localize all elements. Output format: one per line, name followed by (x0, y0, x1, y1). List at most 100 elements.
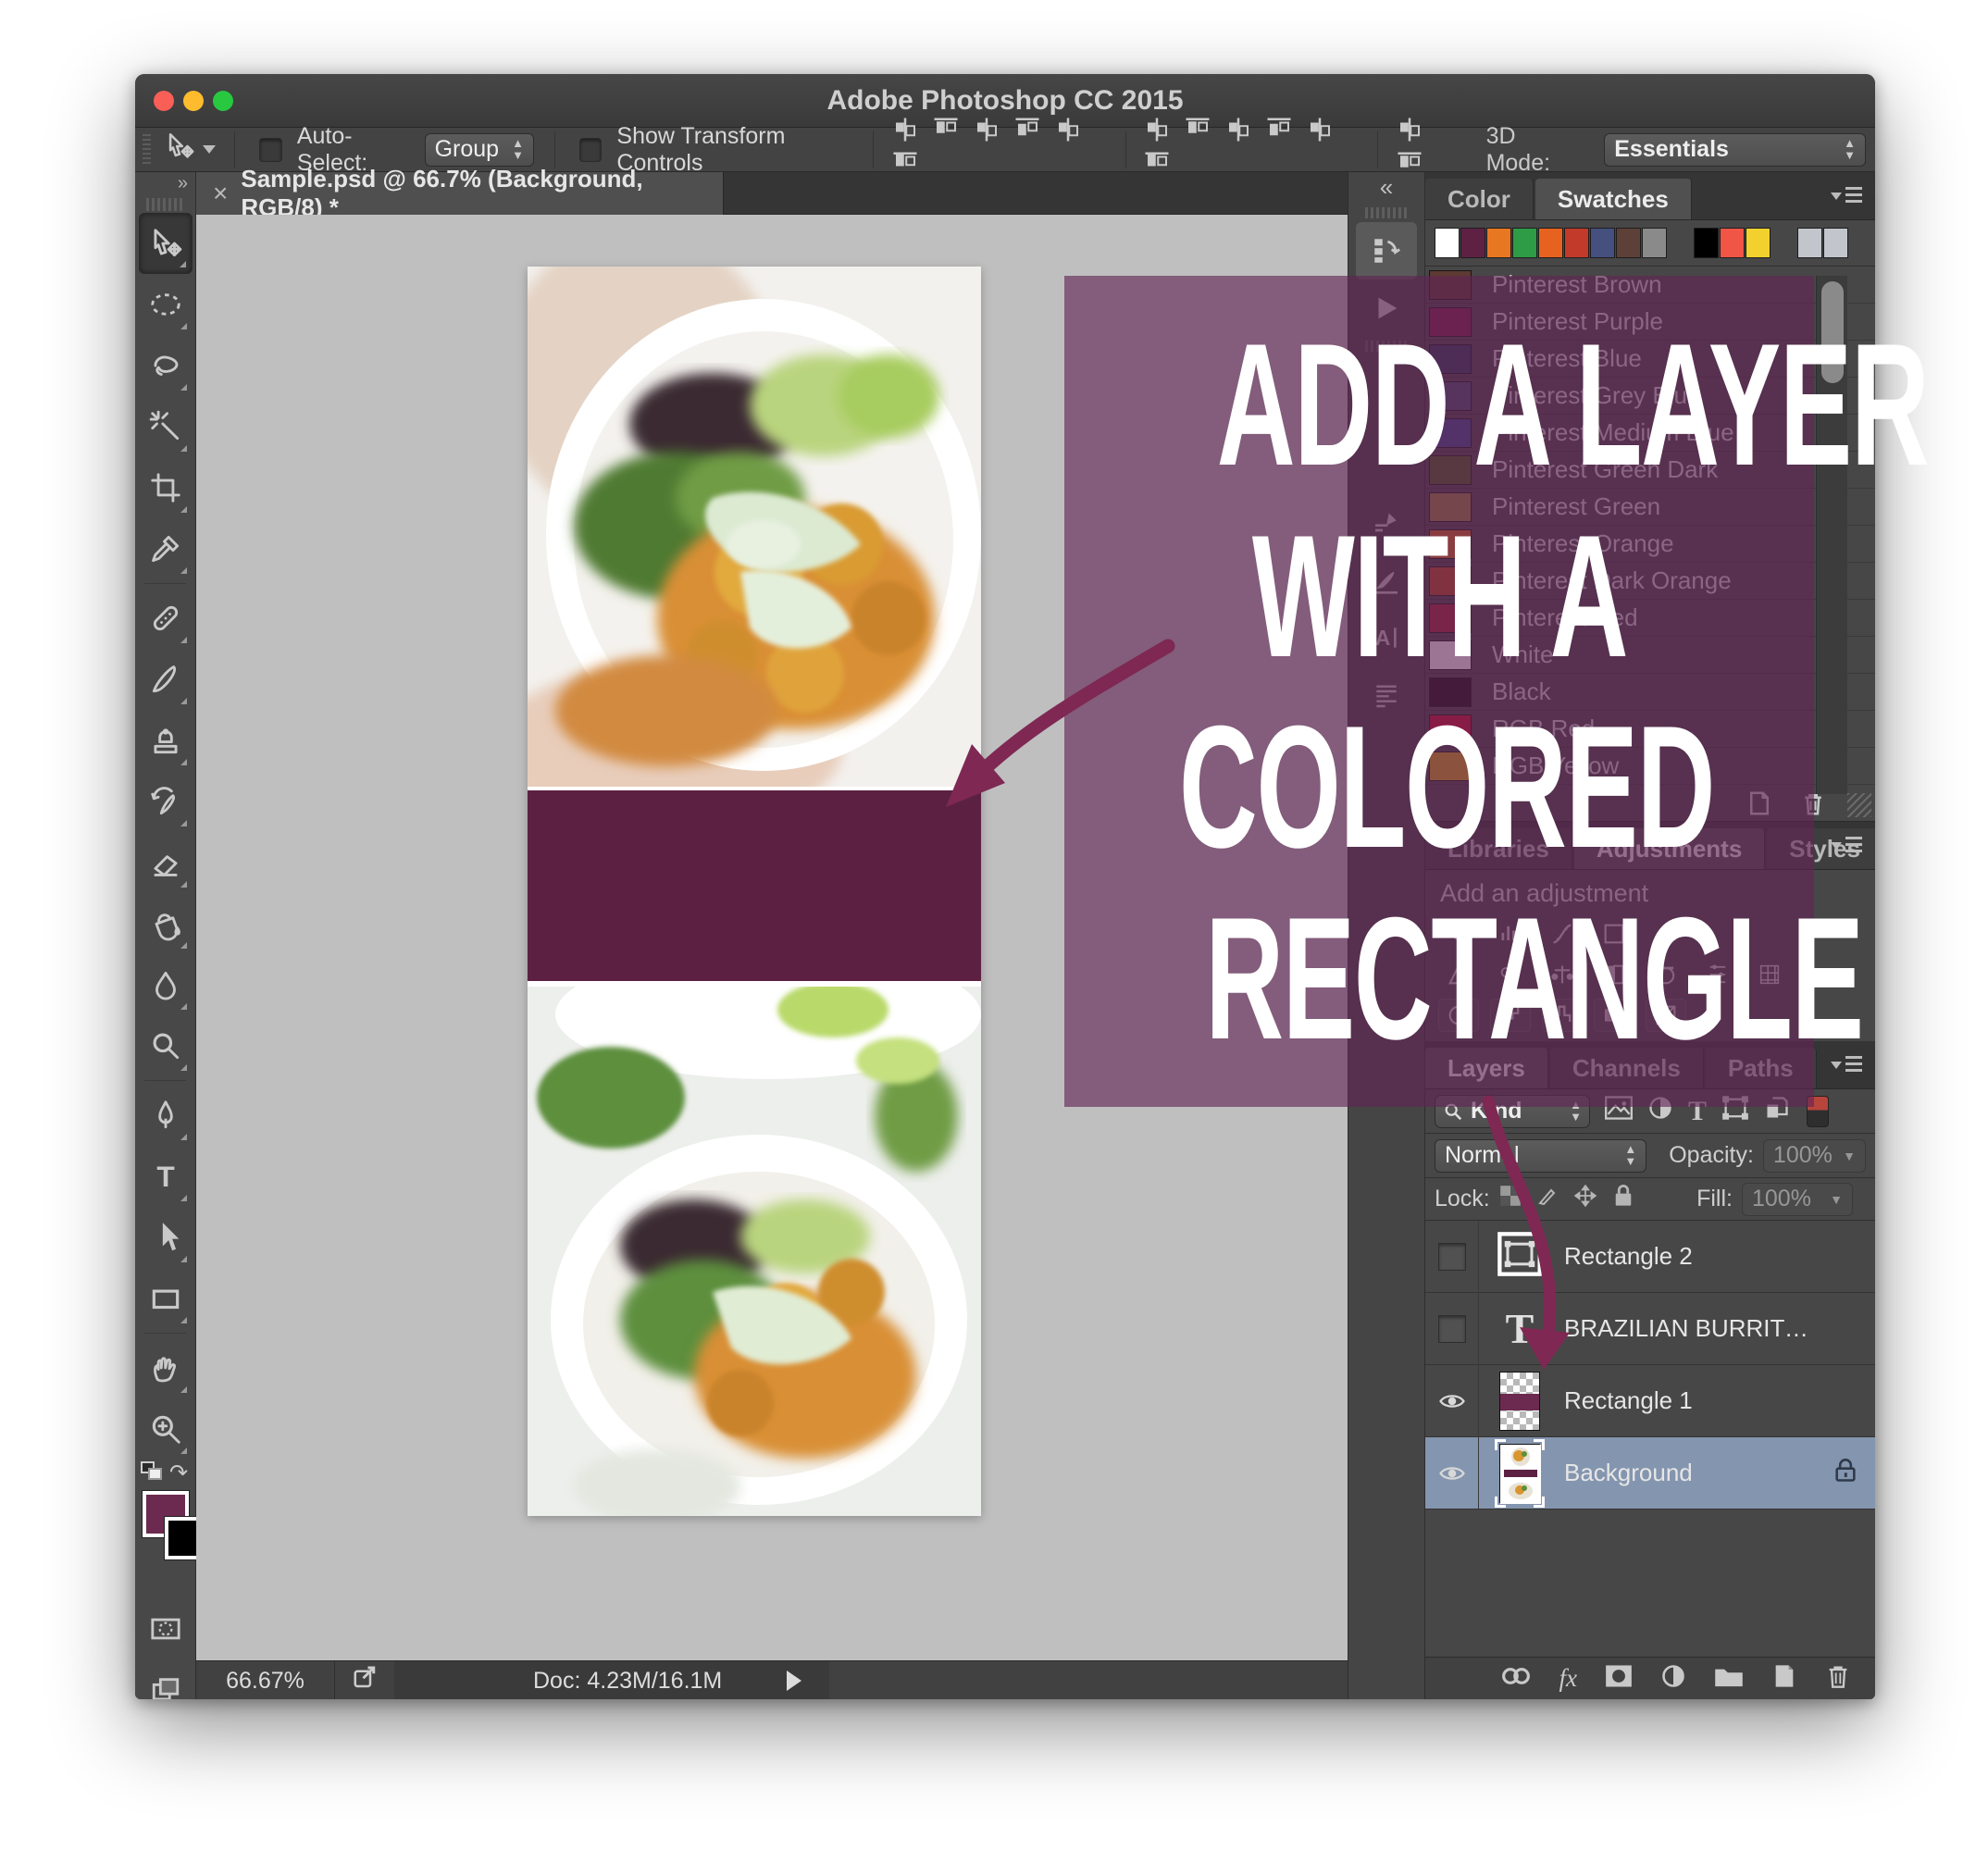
quick-mask-button[interactable] (139, 1598, 193, 1659)
visibility-empty-checkbox[interactable] (1425, 1221, 1479, 1293)
panel-menu-icon[interactable] (1831, 835, 1862, 855)
swatch-chip[interactable] (1694, 228, 1719, 258)
move-tool[interactable] (139, 213, 193, 274)
swatch-chip[interactable] (1538, 228, 1563, 258)
distribute-icon[interactable] (1143, 116, 1171, 150)
visibility-eye-icon[interactable] (1425, 1365, 1479, 1437)
shape-layer-thumbnail[interactable] (1496, 1230, 1544, 1283)
distribute-icon[interactable] (1306, 116, 1334, 150)
show-transform-checkbox[interactable] (579, 138, 603, 162)
document-tab[interactable]: × Sample.psd @ 66.7% (Background, RGB/8)… (196, 172, 724, 215)
active-tool-badge[interactable] (164, 130, 223, 168)
eraser-tool[interactable] (139, 832, 193, 893)
swatch-chip[interactable] (1642, 228, 1667, 258)
colored-rectangle-layer[interactable] (528, 790, 981, 981)
swatch-chip[interactable] (1720, 228, 1745, 258)
tab-swatches-color[interactable]: Color (1425, 179, 1534, 219)
lock-pixels-brush-icon[interactable] (1536, 1185, 1559, 1213)
psd-document[interactable] (528, 267, 981, 1516)
swatch-chip[interactable] (1564, 228, 1589, 258)
layer-name[interactable]: Rectangle 2 (1564, 1242, 1693, 1271)
lock-transparency-icon[interactable] (1499, 1185, 1522, 1213)
clone-stamp-tool[interactable] (139, 710, 193, 771)
paint-bucket-tool[interactable] (139, 893, 193, 954)
marquee-tool[interactable] (139, 274, 193, 335)
new-adjustment-layer-icon[interactable] (1660, 1663, 1686, 1694)
crop-tool[interactable] (139, 457, 193, 518)
fill-dropdown[interactable]: 100% ▼ (1742, 1183, 1853, 1216)
brush-tool[interactable] (139, 649, 193, 710)
link-layers-icon[interactable] (1500, 1664, 1532, 1693)
delete-layer-trash-icon[interactable] (1825, 1663, 1851, 1694)
path-selection-tool[interactable] (139, 1207, 193, 1268)
new-group-folder-icon[interactable] (1714, 1664, 1744, 1693)
tools-grip[interactable] (146, 198, 184, 211)
status-options-arrow-icon[interactable] (787, 1671, 801, 1691)
dock-collapse-chevron[interactable]: « (1348, 172, 1424, 204)
background-layer-thumbnail[interactable] (1499, 1444, 1540, 1503)
new-layer-icon[interactable] (1771, 1663, 1797, 1694)
distribute-icon[interactable] (1224, 116, 1252, 150)
auto-select-target-dropdown[interactable]: Group ▲▼ (425, 133, 534, 167)
swatch-chip[interactable] (1797, 228, 1822, 258)
rectangle-tool[interactable] (139, 1268, 193, 1329)
default-colors-icon[interactable] (141, 1461, 165, 1482)
align-icon[interactable] (891, 116, 919, 150)
panel-resize-grip[interactable] (1847, 793, 1871, 817)
swatch-chip[interactable] (1486, 228, 1511, 258)
panel-menu-icon[interactable] (1831, 185, 1862, 205)
layer-name[interactable]: BRAZILIAN BURRITO BO... (1564, 1314, 1823, 1343)
swatch-chip[interactable] (1746, 228, 1771, 258)
eyedropper-tool[interactable] (139, 518, 193, 579)
history-panel-icon[interactable] (1356, 222, 1417, 280)
spot-healing-tool[interactable] (139, 588, 193, 649)
strip-grip[interactable] (1365, 207, 1408, 218)
history-brush-tool[interactable] (139, 771, 193, 832)
layer-style-fx-icon[interactable]: fx (1559, 1664, 1578, 1693)
blend-mode-dropdown[interactable]: Normal ▲▼ (1435, 1139, 1646, 1173)
layer-row-rectangle-1[interactable]: Rectangle 1 (1425, 1365, 1875, 1437)
swatch-chip[interactable] (1460, 228, 1485, 258)
opacity-dropdown[interactable]: 100% ▼ (1763, 1139, 1866, 1173)
swatch-chip[interactable] (1823, 228, 1848, 258)
magic-wand-tool[interactable] (139, 396, 193, 457)
layer-name[interactable]: Rectangle 1 (1564, 1386, 1693, 1415)
blur-tool[interactable] (139, 954, 193, 1015)
swap-colors-icon[interactable]: ↶ (169, 1460, 188, 1486)
align-icon[interactable] (1054, 116, 1082, 150)
workspace-dropdown[interactable]: Essentials ▲▼ (1604, 133, 1866, 167)
distribute-icon[interactable] (1265, 116, 1293, 150)
close-tab-icon[interactable]: × (213, 179, 228, 208)
text-layer-thumbnail[interactable]: T (1506, 1304, 1534, 1353)
swatch-chip[interactable] (1512, 228, 1537, 258)
visibility-empty-checkbox[interactable] (1425, 1293, 1479, 1365)
add-layer-mask-icon[interactable] (1605, 1664, 1633, 1693)
screen-mode-button[interactable] (139, 1659, 193, 1699)
layer-row-brazilian-burrito-bo[interactable]: T BRAZILIAN BURRITO BO... (1425, 1293, 1875, 1365)
visibility-eye-icon[interactable] (1425, 1437, 1479, 1509)
hand-tool[interactable] (139, 1337, 193, 1398)
swatch-chip[interactable] (1435, 228, 1460, 258)
options-grip[interactable] (143, 134, 151, 166)
pen-tool[interactable] (139, 1085, 193, 1146)
arrange-icon[interactable] (1396, 116, 1423, 150)
lock-all-icon[interactable] (1612, 1184, 1634, 1214)
align-icon[interactable] (1013, 116, 1041, 150)
align-icon[interactable] (932, 116, 960, 150)
share-export-icon[interactable] (352, 1663, 379, 1697)
layer-row-background[interactable]: Background (1425, 1437, 1875, 1509)
type-tool[interactable]: T (139, 1146, 193, 1207)
zoom-level-field[interactable]: 66.67% (196, 1661, 335, 1700)
lasso-tool[interactable] (139, 335, 193, 396)
tab-swatches-swatches[interactable]: Swatches (1535, 179, 1692, 219)
zoom-tool[interactable] (139, 1398, 193, 1460)
auto-select-checkbox[interactable] (259, 138, 282, 162)
swatch-chip[interactable] (1616, 228, 1641, 258)
lock-position-icon[interactable] (1573, 1184, 1597, 1214)
tools-collapse-chevron[interactable]: » (135, 172, 195, 196)
distribute-icon[interactable] (1184, 116, 1211, 150)
align-icon[interactable] (973, 116, 1000, 150)
layer-name[interactable]: Background (1564, 1459, 1693, 1487)
document-size-field[interactable]: Doc: 4.23M/16.1M (394, 1661, 829, 1700)
rectangle-layer-thumbnail[interactable] (1499, 1372, 1540, 1431)
